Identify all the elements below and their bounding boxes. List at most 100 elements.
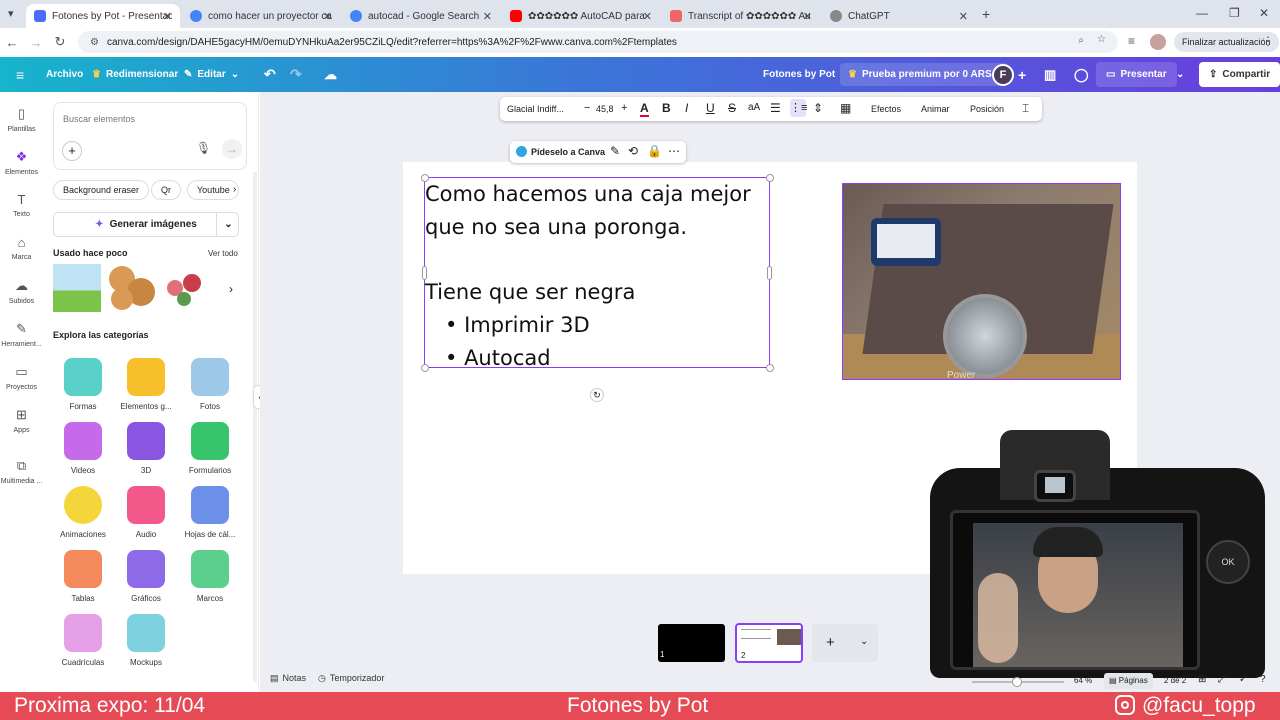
pages-button[interactable]: ▤ Páginas: [1104, 673, 1153, 689]
editar-button[interactable]: ✎ Editar ⌄: [184, 57, 239, 92]
resize-handle[interactable]: [421, 174, 429, 182]
transparency-icon[interactable]: ▦: [840, 101, 851, 115]
fullscreen-icon[interactable]: ⤢: [1218, 674, 1226, 685]
strikethrough-icon[interactable]: S: [728, 101, 736, 115]
category-3d[interactable]: 3D: [114, 422, 178, 475]
lock-icon[interactable]: 🔒: [647, 144, 662, 158]
comment-icon[interactable]: ◯: [1074, 57, 1089, 92]
rotate-copy-icon[interactable]: ⟲: [628, 144, 638, 158]
format-painter-icon[interactable]: ⌶: [1022, 101, 1029, 116]
present-options-chevron-icon[interactable]: ⌄: [1176, 57, 1184, 92]
add-page-button[interactable]: + ⌄: [812, 624, 878, 662]
microphone-icon[interactable]: 🎙: [196, 141, 211, 155]
recent-next-icon[interactable]: ›: [229, 282, 233, 296]
help-icon[interactable]: ?: [1260, 674, 1266, 685]
category-mockups[interactable]: Mockups: [114, 614, 178, 667]
redo-icon[interactable]: ↷: [290, 57, 302, 92]
submit-arrow-icon[interactable]: →: [222, 139, 242, 159]
sidebar-item-marca[interactable]: ⌂ Marca: [0, 235, 43, 261]
user-avatar[interactable]: F: [992, 64, 1014, 86]
chevron-down-icon[interactable]: ⌄: [860, 636, 868, 647]
recent-landscape-image[interactable]: [53, 264, 101, 312]
see-all-link[interactable]: Ver todo: [208, 249, 238, 258]
generate-images-button[interactable]: ✦ Generar imágenes ⌄: [53, 212, 239, 237]
category-animaciones[interactable]: Animaciones: [51, 486, 115, 539]
restore-icon[interactable]: ❐: [1229, 6, 1240, 20]
font-family-select[interactable]: Glacial Indiff...: [507, 104, 564, 114]
sidebar-item-multimedia[interactable]: ⧉ Multimedia ...: [0, 458, 43, 485]
category-elementos-graficos[interactable]: Elementos g...: [114, 358, 178, 411]
category-hojas-de-calculo[interactable]: Hojas de cál...: [178, 486, 242, 539]
resize-handle[interactable]: [766, 364, 774, 372]
category-cuadriculas[interactable]: Cuadrículas: [51, 614, 115, 667]
reload-icon[interactable]: ↻: [48, 34, 72, 50]
panel-scrollbar[interactable]: [253, 172, 257, 682]
align-left-icon[interactable]: ☰: [770, 101, 781, 115]
profile-avatar[interactable]: [1150, 34, 1166, 50]
magic-edit-icon[interactable]: ✎: [610, 144, 620, 158]
forward-icon[interactable]: →: [24, 35, 48, 50]
zoom-value[interactable]: 64 %: [1074, 676, 1092, 685]
animar-button[interactable]: Animar: [921, 104, 950, 114]
sidebar-item-elementos[interactable]: ❖ Elementos: [0, 149, 43, 176]
grid-view-icon[interactable]: ⊞: [1198, 674, 1206, 685]
page-thumbnail-1[interactable]: 1: [658, 624, 725, 662]
posicion-button[interactable]: Posición: [970, 104, 1004, 114]
case-icon[interactable]: aA: [748, 102, 760, 113]
recent-cookies-image[interactable]: [107, 264, 155, 312]
archivo-button[interactable]: Archivo: [46, 57, 83, 92]
recent-roses-image[interactable]: [161, 264, 209, 312]
undo-icon[interactable]: ↶: [264, 57, 276, 92]
tab-canva[interactable]: Fotones by Pot - Presentación ✕: [26, 4, 180, 28]
category-fotos[interactable]: Fotos: [178, 358, 242, 411]
text-color-icon[interactable]: A: [640, 101, 649, 117]
spacing-icon[interactable]: ⇕: [813, 101, 823, 115]
category-videos[interactable]: Videos: [51, 422, 115, 475]
font-size-increase-icon[interactable]: +: [621, 102, 627, 114]
category-tablas[interactable]: Tablas: [51, 550, 115, 603]
compartir-button[interactable]: ⇪ Compartir: [1199, 62, 1280, 87]
resize-handle[interactable]: [766, 174, 774, 182]
close-icon[interactable]: ✕: [643, 10, 652, 23]
close-icon[interactable]: ✕: [163, 10, 172, 23]
site-info-icon[interactable]: ⚙: [90, 37, 99, 48]
search-box[interactable]: Buscar elementos + 🎙 →: [53, 102, 247, 170]
tab-autocad-search[interactable]: autocad - Google Search ✕: [342, 4, 500, 28]
font-size-decrease-icon[interactable]: −: [584, 102, 590, 114]
category-audio[interactable]: Audio: [114, 486, 178, 539]
minimize-icon[interactable]: —: [1196, 6, 1208, 20]
tab-youtube-autocad[interactable]: ✿✿✿✿✿✿ AutoCAD para ✕: [502, 4, 660, 28]
close-icon[interactable]: ✕: [959, 10, 968, 23]
category-formularios[interactable]: Formularios: [178, 422, 242, 475]
new-tab-icon[interactable]: +: [982, 6, 990, 22]
tab-chatgpt[interactable]: ChatGPT ✕: [822, 4, 976, 28]
bookmark-icon[interactable]: ☆: [1097, 34, 1106, 45]
add-icon[interactable]: +: [62, 141, 82, 161]
font-size-input[interactable]: 45,8: [596, 104, 614, 114]
bold-icon[interactable]: B: [662, 101, 671, 115]
back-icon[interactable]: ←: [0, 35, 24, 50]
url-field[interactable]: ⚙ canva.com/design/DAHE5gacyHM/0emuDYNHk…: [78, 31, 1118, 53]
more-menu-icon[interactable]: ⋮: [1262, 34, 1274, 48]
timer-button[interactable]: ◷ Temporizador: [318, 673, 384, 684]
resize-handle[interactable]: [421, 364, 429, 372]
ask-canva-button[interactable]: Pídeselo a Canva: [531, 147, 605, 157]
close-icon[interactable]: ✕: [323, 10, 332, 23]
chips-next-icon[interactable]: ›: [233, 184, 236, 195]
insights-icon[interactable]: ▥: [1044, 57, 1056, 92]
side-handle[interactable]: [767, 266, 772, 280]
sidebar-item-apps[interactable]: ⊞ Apps: [0, 407, 43, 434]
tab-proyector[interactable]: como hacer un proyector case ✕: [182, 4, 340, 28]
chip-background-eraser[interactable]: Background eraser: [53, 180, 150, 200]
presentar-button[interactable]: ▭ Presentar: [1096, 62, 1177, 87]
page-thumbnail-2[interactable]: 2: [735, 623, 803, 663]
check-icon[interactable]: ✓: [1239, 674, 1247, 685]
chevron-down-icon[interactable]: ⌄: [216, 213, 240, 236]
add-collaborator-icon[interactable]: +: [1018, 57, 1026, 92]
chip-qr[interactable]: Qr: [151, 180, 181, 200]
projector-box-photo[interactable]: Power_______: [842, 183, 1121, 380]
redimensionar-button[interactable]: ♛ Redimensionar: [92, 57, 178, 92]
efectos-button[interactable]: Efectos: [871, 104, 901, 114]
cloud-saved-icon[interactable]: ☁: [324, 57, 337, 92]
sidebar-item-texto[interactable]: T Texto: [0, 192, 43, 218]
